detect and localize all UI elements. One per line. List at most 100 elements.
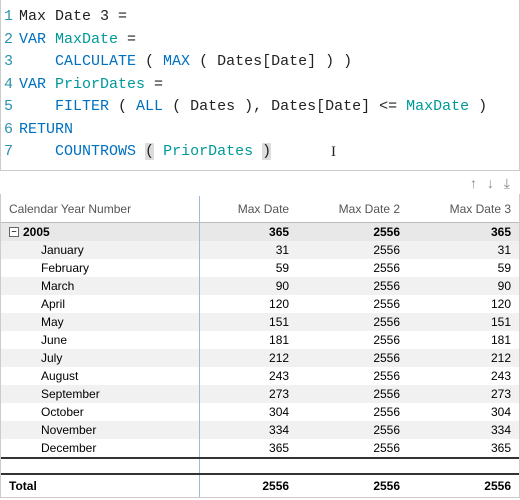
cell: 243 [408,367,519,385]
cell: 2556 [297,295,408,313]
table-row[interactable]: November 3342556334 [1,421,519,439]
more-rows-indicator: + [1,458,519,474]
cell: 2556 [297,331,408,349]
cell: 90 [408,277,519,295]
cell: 2556 [297,403,408,421]
code-content: VAR PriorDates = [19,74,163,97]
cell: 151 [408,313,519,331]
table-row[interactable]: January 31255631 [1,241,519,259]
cell: 304 [200,403,297,421]
formula-editor[interactable]: 1Max Date 3 =2VAR MaxDate =3 CALCULATE (… [0,0,520,171]
code-line[interactable]: 5 FILTER ( ALL ( Dates ), Dates[Date] <=… [1,96,519,119]
cell: 181 [200,331,297,349]
code-content: VAR MaxDate = [19,29,136,52]
month-label: March [9,279,74,293]
data-table: Calendar Year Number Max Date Max Date 2… [1,196,519,497]
nav-down-icon[interactable]: ↓ [487,175,494,191]
line-number: 1 [1,6,19,29]
cell: 120 [408,295,519,313]
code-content: RETURN [19,119,73,142]
cell: 304 [408,403,519,421]
line-number: 5 [1,96,19,119]
col-header-maxdate3[interactable]: Max Date 3 [408,196,519,223]
month-label: August [9,369,78,383]
col-header-year[interactable]: Calendar Year Number [1,196,200,223]
table-row[interactable]: February 59255659 [1,259,519,277]
cell: 31 [408,241,519,259]
cell: 151 [200,313,297,331]
cell: 2556 [408,474,519,497]
cell: 2556 [297,259,408,277]
cell: 365 [408,222,519,241]
cell: 273 [200,385,297,403]
cell: 334 [200,421,297,439]
month-label: December [9,441,96,455]
table-row[interactable]: May 1512556151 [1,313,519,331]
collapse-icon[interactable]: – [9,227,19,237]
month-label: November [9,423,96,437]
total-row: Total 2556 2556 2556 [1,474,519,497]
month-label: July [9,351,62,365]
cell: 2556 [297,241,408,259]
code-line[interactable]: 4VAR PriorDates = [1,74,519,97]
cell: 212 [200,349,297,367]
cell: 365 [408,439,519,458]
cell: 2556 [297,367,408,385]
line-number: 3 [1,51,19,74]
month-label: February [9,261,89,275]
line-number: 4 [1,74,19,97]
text-cursor: I [331,141,336,164]
cell: 334 [408,421,519,439]
cell: 365 [200,439,297,458]
table-row[interactable]: October3042556304 [1,403,519,421]
table-row[interactable]: August2432556243 [1,367,519,385]
cell: 2556 [297,313,408,331]
month-label: January [9,243,84,257]
table-row[interactable]: June1812556181 [1,331,519,349]
month-label: June [9,333,67,347]
table-row[interactable]: December 3652556365 [1,439,519,458]
nav-up-icon[interactable]: ↑ [470,175,477,191]
cell: 90 [200,277,297,295]
year-row[interactable]: – 2005 365 2556 365 [1,222,519,241]
line-number: 6 [1,119,19,142]
cell: 2556 [297,222,408,241]
nav-last-icon[interactable]: ⤓ [504,175,510,192]
code-line[interactable]: 6RETURN [1,119,519,142]
matrix-visual[interactable]: Calendar Year Number Max Date Max Date 2… [0,194,520,498]
col-header-maxdate2[interactable]: Max Date 2 [297,196,408,223]
month-label: May [9,315,64,329]
cell: 2556 [297,385,408,403]
code-content: COUNTROWS ( PriorDates ) [19,141,271,164]
cell: 31 [200,241,297,259]
cell: 2556 [200,474,297,497]
line-number: 7 [1,141,19,164]
code-content: Max Date 3 = [19,6,127,29]
cell: 2556 [297,421,408,439]
header-row: Calendar Year Number Max Date Max Date 2… [1,196,519,223]
cell: 2556 [297,474,408,497]
line-number: 2 [1,29,19,52]
year-label: 2005 [23,225,50,239]
cell: 59 [200,259,297,277]
table-row[interactable]: April1202556120 [1,295,519,313]
nav-toolbar: ↑ ↓ ⤓ [0,171,520,194]
cell: 2556 [297,349,408,367]
table-row[interactable]: March 90255690 [1,277,519,295]
table-row[interactable]: July 2122556212 [1,349,519,367]
code-line[interactable]: 3 CALCULATE ( MAX ( Dates[Date] ) ) [1,51,519,74]
month-label: September [9,387,100,401]
code-line[interactable]: 7 COUNTROWS ( PriorDates ) [1,141,519,164]
cell: 59 [408,259,519,277]
col-header-maxdate[interactable]: Max Date [200,196,297,223]
code-line[interactable]: 2VAR MaxDate = [1,29,519,52]
cell: 2556 [297,277,408,295]
cell: 212 [408,349,519,367]
code-line[interactable]: 1Max Date 3 = [1,6,519,29]
table-row[interactable]: September 2732556273 [1,385,519,403]
cell: 273 [408,385,519,403]
code-content: FILTER ( ALL ( Dates ), Dates[Date] <= M… [19,96,487,119]
cell: 2556 [297,439,408,458]
cell: 365 [200,222,297,241]
month-label: April [9,297,65,311]
